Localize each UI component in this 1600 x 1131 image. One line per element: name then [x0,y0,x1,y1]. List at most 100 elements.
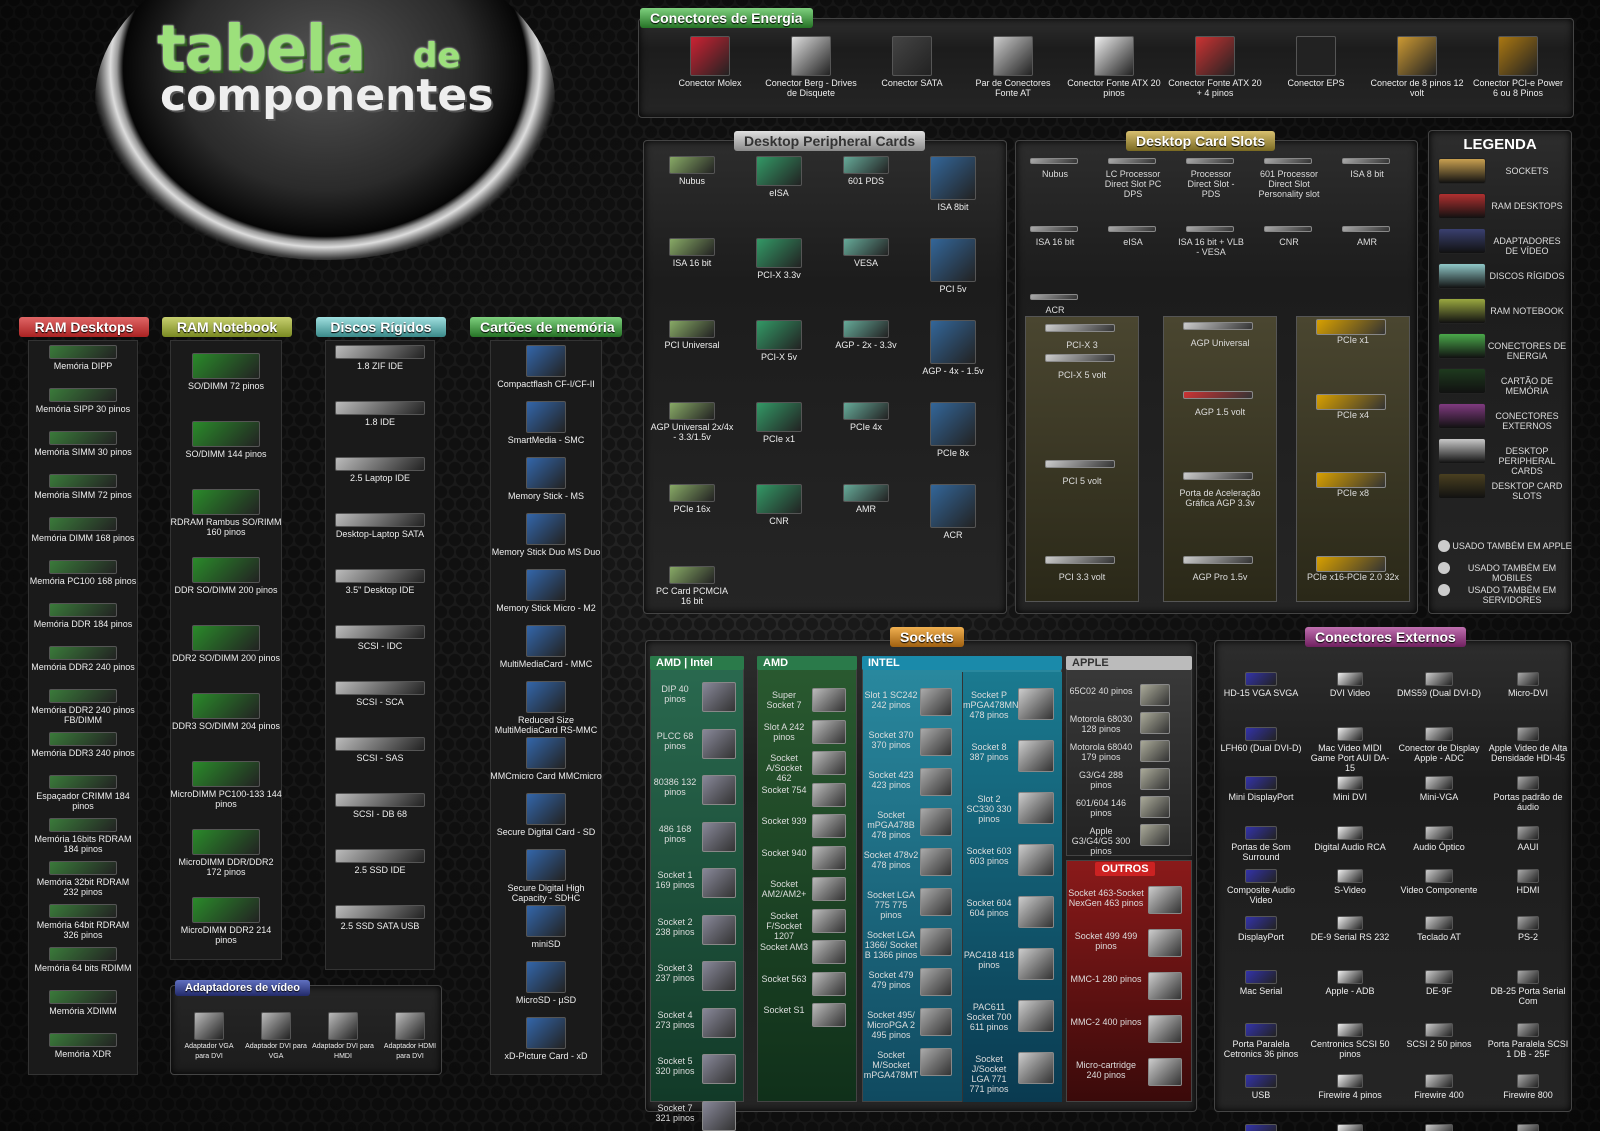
peripheral-item-image [930,320,976,364]
adaptador-item: Adaptador HDMI para DVI [379,1012,441,1062]
externo-item-image [1517,826,1539,840]
slot-label: PCIe x4 [1336,410,1369,420]
externo-item-image [1425,727,1453,741]
cartoes-item-image [526,457,566,489]
peripheral-item-image [843,484,889,502]
socket-image [1018,896,1054,928]
ram_desktop-item-image [49,560,117,574]
externo-item-image [1517,672,1539,686]
discos-item: SCSI - DB 68 [325,793,435,819]
socket-label: Socket 370 370 pinos [868,730,914,750]
socket-image [920,968,952,996]
externo-item-image [1245,672,1277,686]
slot-image [1316,394,1386,410]
slot-label: PCIe x1 [1336,335,1369,345]
intel-column-2 [962,672,1062,1102]
peripheral-item: PCI-X 3.3v [737,238,821,280]
peripheral-item: Nubus [650,156,734,186]
externo-item-label: DE-9 Serial RS 232 [1310,932,1390,942]
legenda-title: LEGENDA [1463,136,1537,153]
intel-header: INTEL [862,656,1062,670]
ram_notebook-item-label: DDR2 SO/DIMM 200 pinos [171,653,281,663]
socket-image [1148,1015,1182,1043]
socket-label: Socket A/Socket 462 [765,753,803,783]
externo-item-label: Firewire 4 pinos [1318,1090,1382,1100]
slot-label: PCIe x16-PCIe 2.0 32x [1306,572,1400,582]
peripheral-item: AMR [824,484,908,514]
peripheral-item-image [669,566,715,584]
peripheral-title: Desktop Peripheral Cards [734,131,926,151]
socket-image [812,971,846,996]
socket-label: Socket mPGA478B 478 pinos [867,810,915,840]
apple-icon [1438,540,1450,552]
peripheral-item-label: AGP - 2x - 3.3v [835,340,897,350]
socket-label: 601/604 146 pinos [1075,798,1127,818]
slot-label: Porta de Aceleração Gráfica AGP 3.3v [1179,488,1261,508]
socket-label: Socket 603 603 pinos [966,846,1012,866]
socket-image [920,1048,952,1076]
slot-image [1264,158,1312,164]
cartoes-item: Reduced Size MultiMediaCard RS-MMC [490,681,602,735]
externo-item-label: DB-25 Porta Serial Com [1490,986,1566,1006]
slot-image [1316,472,1386,488]
cartoes-item-label: Reduced Size MultiMediaCard RS-MMC [494,715,598,735]
cartoes-item-image [526,849,566,881]
ram_notebook-item-image [192,557,260,583]
legend-note: USADO TAMBÉM EM MOBILES [1467,563,1557,583]
slot-label: PCIe x8 [1336,488,1369,498]
socket-label: Socket S1 [763,1005,805,1015]
externo-item: DisplayPort [1218,916,1304,942]
socket-label: DIP 40 pinos [661,684,689,704]
discos-item-image [335,345,425,359]
peripheral-item: PCI 5v [911,238,995,294]
socket-image [812,782,846,807]
slot-label: PCI 5 volt [1062,476,1102,486]
externo-item-label: DisplayPort [1237,932,1284,942]
ram-notebook-title: RAM Notebook [162,317,292,337]
slot-image [1316,556,1386,572]
socket-label: Socket 4 273 pinos [655,1009,695,1030]
cartoes-item-label: SmartMedia - SMC [507,435,585,445]
externos-title: Conectores Externos [1305,627,1466,647]
amd-header: AMD [757,656,857,670]
discos-item: 1.8 IDE [325,401,435,427]
cartoes-item-label: MicroSD - µSD [515,995,577,1005]
slot-image [1108,226,1156,232]
slot-image [1108,158,1156,164]
ram_desktop-item: Memória 32bit RDRAM 232 pinos [29,861,137,897]
socket-image [1140,684,1170,706]
adaptador-item-label: Adaptador HDMI para DVI [383,1043,437,1060]
externo-item-label: PS-2 [1517,932,1538,942]
externo-item-image [1425,970,1453,984]
ram_notebook-item-image [192,897,260,923]
socket-label: Socket 423 423 pinos [868,770,914,790]
peripheral-item-label: ISA 8bit [937,202,969,212]
externo-item: Conector de Display Apple - ADC [1396,727,1482,763]
cartoes-item-image [526,401,566,433]
peripheral-item: ACR [911,484,995,540]
energia-item-image [993,36,1033,76]
externo-item-label: Mac Serial [1239,986,1283,996]
ram_notebook-item: SO/DIMM 72 pinos [170,353,282,391]
discos-item: 2.5 SSD IDE [325,849,435,875]
socket-label: Slot A 242 pinos [763,721,805,742]
discos-item-image [335,457,425,471]
socket-label: Socket 939 [761,816,807,826]
cartoes-item-image [526,793,566,825]
adaptador-item-image [194,1012,224,1040]
sockets-title: Sockets [890,627,964,647]
energia-item-label: Conector Molex [678,78,742,88]
socket-label: Motorola 68040 179 pinos [1069,742,1133,762]
socket-label: 486 168 pinos [658,823,692,844]
discos-item-image [335,905,425,919]
externo-item-label: Digital Audio RCA [1314,842,1386,852]
cartoes-item-label: Memory Stick Duo MS Duo [491,547,601,557]
discos-item-label: 2.5 SSD IDE [354,865,406,875]
peripheral-item-label: PCI 5v [939,284,967,294]
cartoes-item-image [526,513,566,545]
socket-label: G3/G4 288 pinos [1078,770,1124,790]
externo-item-image [1337,776,1363,790]
discos-item-image [335,681,425,695]
cartoes-item-image [526,625,566,657]
socket-image [702,961,736,991]
